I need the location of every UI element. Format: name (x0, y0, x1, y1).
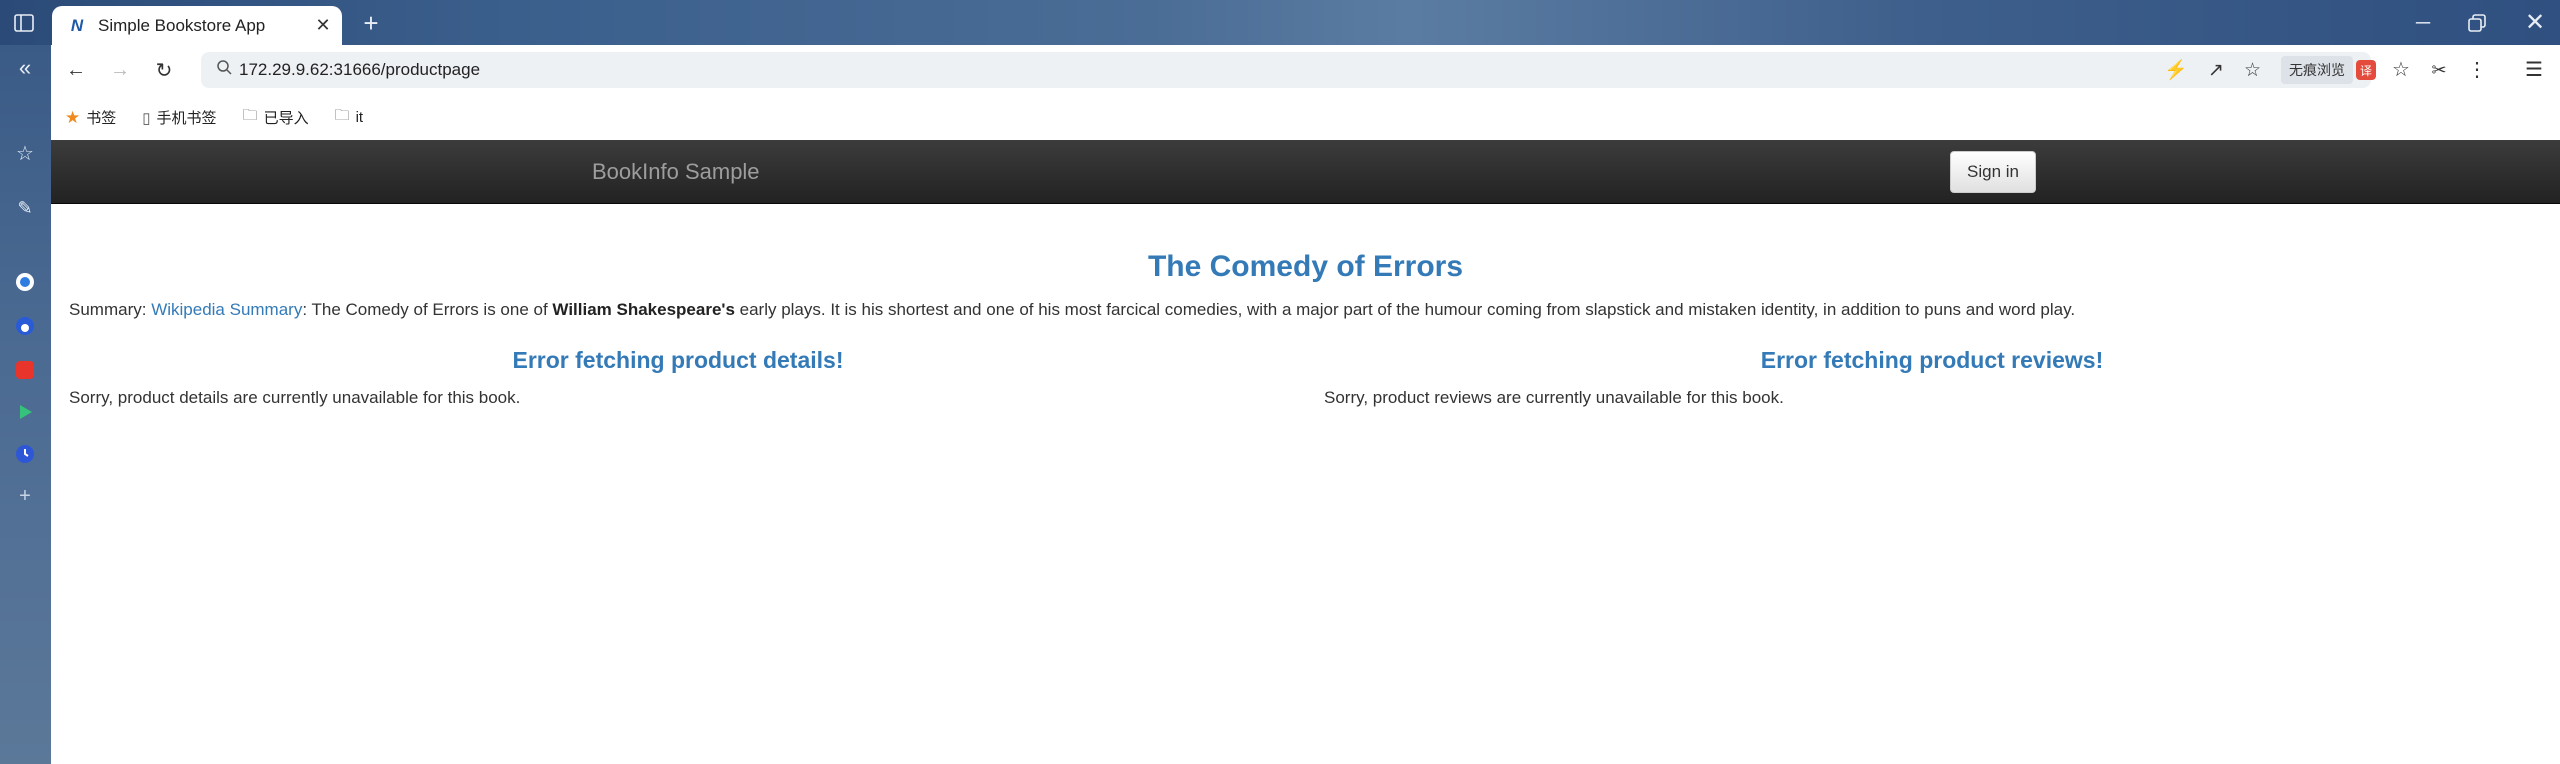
star-icon: ★ (65, 107, 81, 127)
video-app-icon[interactable] (14, 401, 36, 423)
minimize-icon[interactable]: ─ (2408, 10, 2438, 36)
browser-sidebar: « ☆ ✎ + (0, 45, 51, 764)
summary-prefix: Summary: (69, 300, 152, 319)
search-icon (209, 60, 239, 80)
baidu-paw-icon[interactable] (14, 315, 36, 337)
url-text[interactable]: 172.29.9.62:31666/productpage (239, 60, 2164, 80)
sidebar-toggle-icon[interactable] (12, 12, 36, 34)
bookmark-label: 已导入 (263, 110, 309, 127)
bookmark-star-icon[interactable]: ☆ (2244, 59, 2261, 82)
favorites-star-icon[interactable]: ☆ (2388, 57, 2414, 83)
bookmark-label: 手机书签 (156, 110, 217, 127)
main-menu-icon[interactable]: ☰ (2521, 57, 2547, 83)
sign-in-button[interactable]: Sign in (1950, 151, 2036, 193)
details-error-text: Sorry, product details are currently una… (69, 388, 521, 407)
site-brand[interactable]: BookInfo Sample (592, 140, 760, 204)
share-icon[interactable]: ↗ (2208, 59, 2224, 82)
restore-icon[interactable] (2462, 10, 2492, 36)
incognito-button[interactable]: 无痕浏览 (2281, 56, 2353, 84)
extension-toolbar: 译 (2356, 57, 2376, 83)
bookmark-item-it[interactable]: 🗀 it (335, 105, 364, 130)
clock-app-icon[interactable] (14, 443, 36, 465)
bookmark-item-imported[interactable]: 🗀 已导入 (243, 105, 309, 130)
close-window-icon[interactable]: ✕ (2520, 10, 2550, 36)
back-icon[interactable]: ← (63, 57, 89, 83)
close-tab-icon[interactable]: ✕ (310, 15, 336, 36)
more-menu-icon[interactable]: ⋮ (2467, 57, 2487, 83)
summary-author: William Shakespeare's (552, 300, 735, 319)
collapse-sidebar-icon[interactable]: « (12, 55, 38, 81)
page-content: BookInfo Sample Sign in The Comedy of Er… (51, 140, 2560, 764)
reviews-error-text: Sorry, product reviews are currently una… (1324, 388, 1784, 407)
browser-tab-active[interactable]: N Simple Bookstore App ✕ (52, 6, 342, 45)
address-bar-row: ← → ↻ 172.29.9.62:31666/productpage ⚡ ↗ … (51, 45, 2560, 95)
scissors-icon[interactable]: ✂ (2424, 57, 2454, 83)
site-navbar: BookInfo Sample Sign in (51, 140, 2560, 204)
details-error-heading: Error fetching product details! (512, 347, 844, 373)
new-tab-icon[interactable]: + (358, 10, 384, 36)
summary-text-a: : The Comedy of Errors is one of (302, 300, 553, 319)
bookmark-item-bookmarks[interactable]: ★ 书签 (65, 107, 116, 128)
translate-extension-icon[interactable]: 译 (2356, 60, 2376, 80)
notes-icon[interactable]: ✎ (12, 195, 38, 221)
address-bar[interactable]: 172.29.9.62:31666/productpage ⚡ ↗ ☆ 无痕浏览 (201, 52, 2371, 88)
wikipedia-summary-link[interactable]: Wikipedia Summary (151, 300, 302, 319)
forward-icon[interactable]: → (107, 57, 133, 83)
tab-logo-icon: N (70, 15, 84, 35)
folder-icon: 🗀 (242, 107, 258, 124)
bookmark-item-mobile[interactable]: ▯ 手机书签 (142, 107, 216, 128)
bookmarks-bar: ★ 书签 ▯ 手机书签 🗀 已导入 🗀 it (51, 95, 2560, 140)
favorites-icon[interactable]: ☆ (12, 141, 38, 167)
book-summary: Summary: Wikipedia Summary: The Comedy o… (69, 300, 2549, 320)
cloud-app-icon[interactable] (14, 271, 36, 293)
reviews-error-heading: Error fetching product reviews! (1760, 347, 2104, 373)
bookmark-label: it (355, 109, 364, 126)
bookmark-label: 书签 (86, 110, 117, 127)
lightning-icon[interactable]: ⚡ (2164, 58, 2188, 82)
page-title: The Comedy of Errors (1147, 250, 1464, 283)
add-sidebar-app-icon[interactable]: + (12, 483, 38, 509)
browser-titlebar: N Simple Bookstore App ✕ + ─ ✕ (0, 0, 2560, 45)
phone-icon: ▯ (142, 109, 151, 127)
reload-icon[interactable]: ↻ (151, 57, 177, 83)
tab-title: Simple Bookstore App (98, 15, 266, 35)
folder-icon: 🗀 (334, 107, 350, 124)
shopping-app-icon[interactable] (14, 359, 36, 381)
summary-text-b: early plays. It is his shortest and one … (734, 300, 2076, 319)
